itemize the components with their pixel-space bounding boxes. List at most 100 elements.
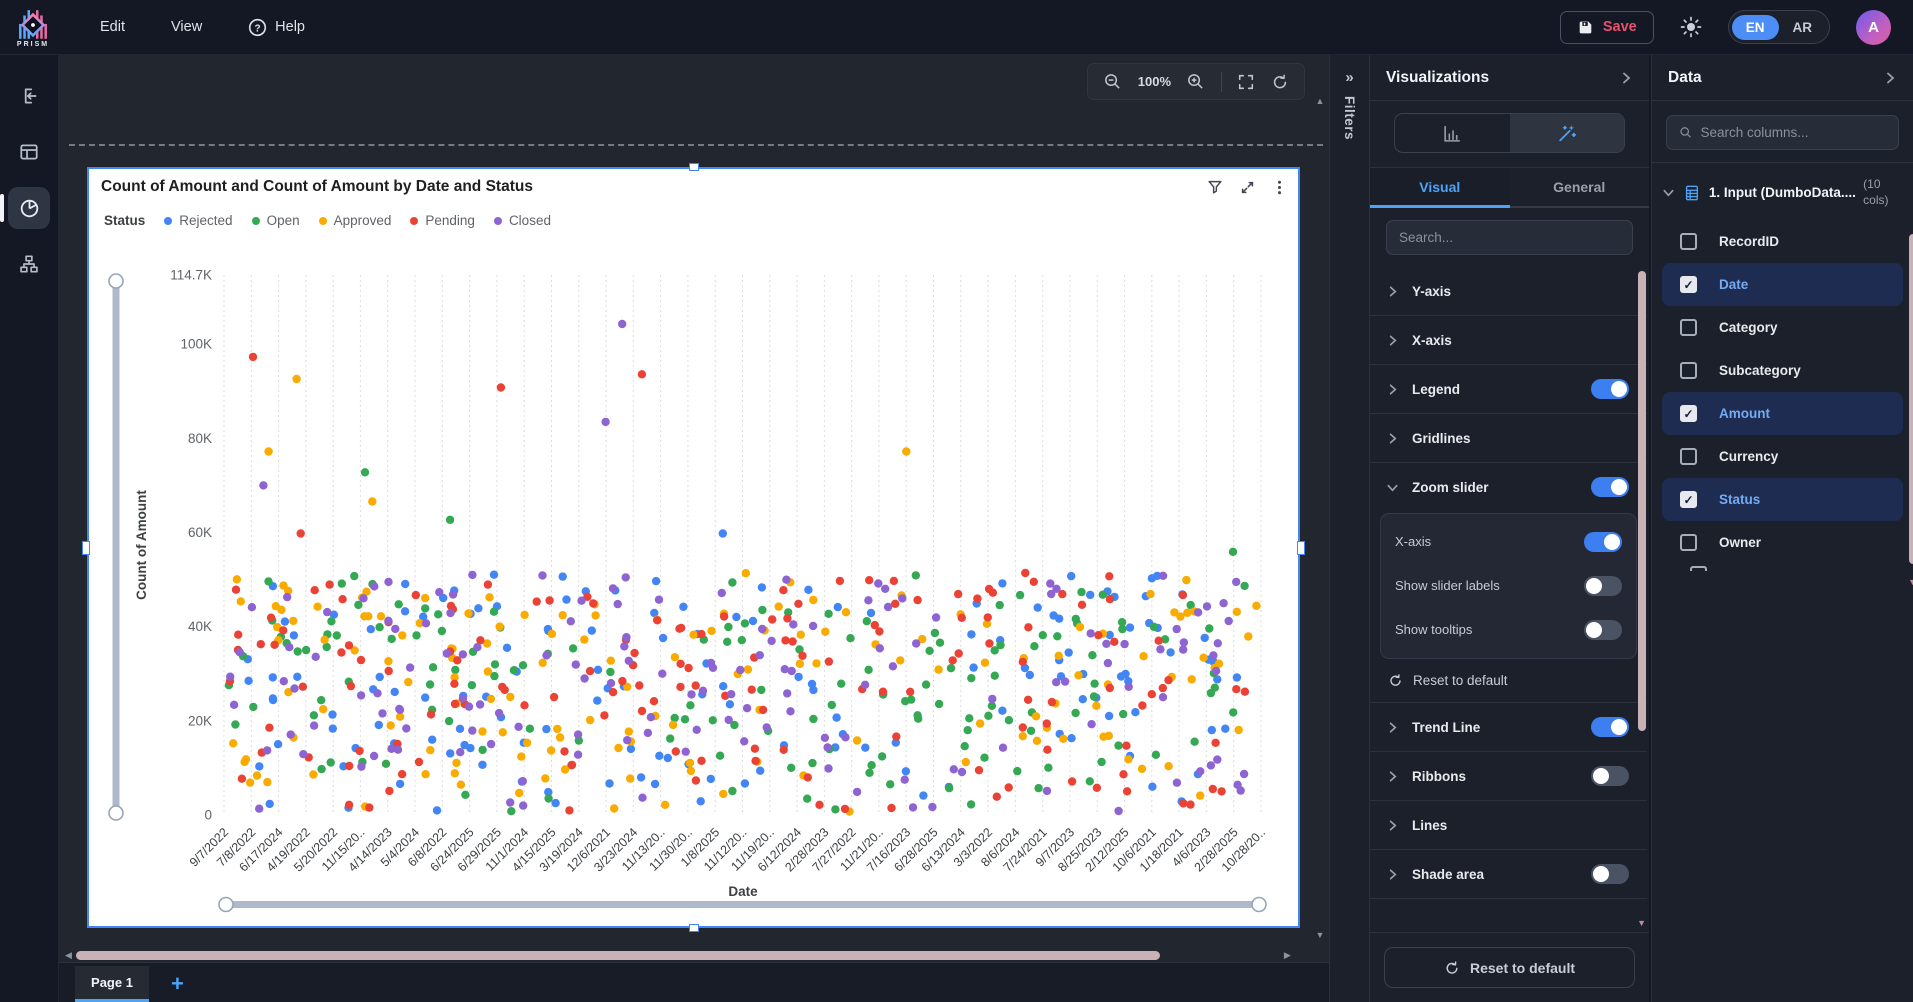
menu-view[interactable]: View (171, 19, 202, 35)
legend-item-open[interactable]: Open (251, 213, 300, 228)
viz-section-shade-area[interactable]: Shade area (1370, 850, 1647, 898)
resize-handle-top[interactable] (688, 163, 699, 171)
scroll-right-icon[interactable]: ▶ (1284, 950, 1291, 960)
legend-label: Approved (333, 213, 392, 228)
lang-en[interactable]: EN (1731, 14, 1779, 40)
chevron-right-icon[interactable] (1386, 770, 1399, 783)
chevron-right-icon[interactable] (1386, 868, 1399, 881)
collapse-data-chevron-icon[interactable] (1883, 71, 1897, 85)
checkbox-unchecked[interactable]: ✓ (1680, 233, 1697, 251)
resize-handle-right[interactable] (1297, 540, 1305, 555)
chevron-right-icon[interactable] (1386, 721, 1399, 734)
toggle-on[interactable] (1591, 477, 1629, 497)
expand-icon[interactable] (1239, 179, 1256, 196)
app-logo[interactable]: PRISM (10, 7, 56, 48)
column-row-date[interactable]: ✓ Date (1662, 263, 1903, 307)
scrollbar-thumb[interactable] (75, 950, 1160, 960)
checkbox-checked[interactable]: ✓ (1680, 276, 1697, 294)
column-row-subcategory[interactable]: ✓ Subcategory (1662, 349, 1903, 392)
column-row-recordid[interactable]: ✓ RecordID (1662, 220, 1903, 263)
viz-section-lines[interactable]: Lines (1370, 801, 1647, 849)
fullscreen-icon[interactable] (1237, 73, 1255, 91)
add-page-button[interactable]: + (171, 973, 184, 995)
reset-to-default-button[interactable]: Reset to default (1384, 947, 1635, 988)
chevron-right-icon[interactable] (1386, 432, 1399, 445)
checkbox-unchecked[interactable]: ✓ (1680, 319, 1697, 337)
checkbox-checked[interactable]: ✓ (1680, 405, 1697, 423)
data-search-input[interactable] (1700, 125, 1886, 140)
theme-sun-icon[interactable] (1680, 16, 1702, 38)
scroll-down-icon[interactable]: ▼ (1316, 931, 1325, 940)
viz-scroll-down-icon[interactable]: ▼ (1637, 918, 1646, 928)
collapse-panel-chevron-icon[interactable] (1619, 71, 1633, 85)
chevron-right-icon[interactable] (1386, 334, 1399, 347)
sidebar-item-charts[interactable] (0, 187, 50, 229)
type-bar-chart-button[interactable] (1395, 114, 1510, 152)
checkbox-unchecked[interactable]: ✓ (1680, 534, 1697, 552)
scroll-up-icon[interactable]: ▲ (1316, 97, 1325, 106)
column-row-amount[interactable]: ✓ Amount (1662, 392, 1903, 436)
column-row-category[interactable]: ✓ Category (1662, 306, 1903, 349)
toggle-off[interactable] (1584, 620, 1622, 640)
tab-visual[interactable]: Visual (1370, 168, 1510, 208)
legend-item-approved[interactable]: Approved (318, 213, 392, 228)
menu-edit[interactable]: Edit (100, 19, 125, 35)
toggle-on[interactable] (1591, 717, 1629, 737)
column-row-status[interactable]: ✓ Status (1662, 478, 1903, 522)
dataset-node[interactable]: 1. Input (DumboData.... (10 cols) (1652, 163, 1913, 218)
tab-general[interactable]: General (1510, 168, 1650, 206)
toggle-off[interactable] (1591, 864, 1629, 884)
viz-section-x-axis[interactable]: X-axis (1370, 316, 1647, 364)
legend-item-closed[interactable]: Closed (493, 213, 551, 228)
checkbox-checked[interactable]: ✓ (1680, 491, 1697, 509)
lang-ar[interactable]: AR (1779, 15, 1827, 40)
filters-expand-icon[interactable]: » (1345, 69, 1353, 86)
chevron-right-icon[interactable] (1386, 383, 1399, 396)
reset-view-icon[interactable] (1271, 73, 1289, 91)
column-row-currency[interactable]: ✓ Currency (1662, 435, 1903, 478)
data-scroll-down-icon[interactable]: ▼ (1908, 577, 1913, 587)
data-scrollbar-thumb[interactable] (1909, 234, 1913, 565)
toggle-on[interactable] (1584, 532, 1622, 552)
chart-widget[interactable]: 114.7K 100K 80K 60K 40K 20K 0 Count of Amount 9/… (82, 163, 1305, 932)
sidebar-item-exit[interactable] (8, 75, 50, 117)
scroll-left-icon[interactable]: ◀ (65, 950, 72, 960)
canvas-vertical-scrollbar[interactable]: ▲ ▼ (1313, 97, 1327, 940)
chevron-down-icon[interactable] (1386, 481, 1399, 494)
viz-section-zoom-slider[interactable]: Zoom slider (1370, 463, 1647, 511)
section-reset-to-default[interactable]: Reset to default (1370, 669, 1647, 702)
type-magic-wand-button[interactable] (1509, 114, 1624, 152)
sidebar-item-layout[interactable] (8, 131, 50, 173)
column-row-owner[interactable]: ✓ Owner (1662, 521, 1903, 564)
toggle-off[interactable] (1584, 576, 1622, 596)
page-tab-1[interactable]: Page 1 (75, 966, 149, 1002)
chevron-right-icon[interactable] (1386, 819, 1399, 832)
chevron-right-icon[interactable] (1386, 285, 1399, 298)
checkbox-unchecked[interactable]: ✓ (1680, 448, 1697, 466)
resize-handle-left[interactable] (82, 540, 90, 555)
filters-collapsed-panel[interactable]: » Filters (1329, 55, 1370, 1002)
resize-handle-bottom[interactable] (688, 924, 699, 932)
legend-item-pending[interactable]: Pending (410, 213, 475, 228)
menu-help[interactable]: ? Help (248, 18, 305, 37)
filter-funnel-icon[interactable] (1206, 178, 1224, 196)
viz-section-legend[interactable]: Legend (1370, 365, 1647, 413)
canvas-horizontal-scrollbar[interactable]: ◀ ▶ (65, 948, 1319, 962)
toggle-off[interactable] (1591, 766, 1629, 786)
viz-section-trend-line[interactable]: Trend Line (1370, 703, 1647, 751)
viz-section-gridlines[interactable]: Gridlines (1370, 414, 1647, 462)
toggle-on[interactable] (1591, 379, 1629, 399)
viz-search-input[interactable] (1399, 230, 1620, 245)
legend-item-rejected[interactable]: Rejected (164, 213, 233, 228)
viz-scrollbar-thumb[interactable] (1638, 271, 1646, 731)
zoom-in-icon[interactable] (1186, 72, 1205, 91)
checkbox-unchecked[interactable]: ✓ (1680, 362, 1697, 380)
zoom-out-icon[interactable] (1103, 72, 1122, 91)
sidebar-item-flow[interactable] (8, 243, 50, 285)
user-avatar[interactable]: A (1856, 9, 1891, 45)
kebab-menu-icon[interactable] (1271, 179, 1288, 196)
viz-section-ribbons[interactable]: Ribbons (1370, 752, 1647, 800)
viz-section-y-axis[interactable]: Y-axis (1370, 267, 1647, 315)
save-button[interactable]: Save (1559, 10, 1654, 44)
chevron-down-icon[interactable] (1662, 186, 1675, 199)
